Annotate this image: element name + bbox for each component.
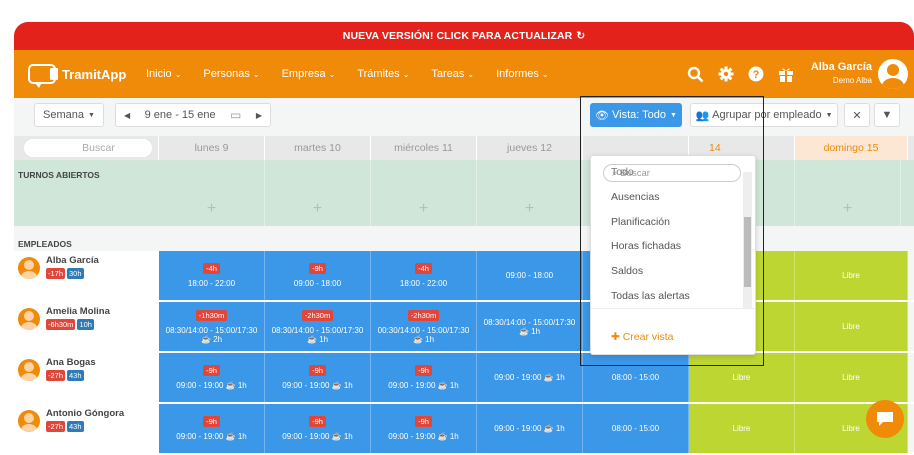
shift-cell[interactable]: Libre xyxy=(689,404,795,453)
shift-cell[interactable]: -4h 18:00 - 22:00 xyxy=(371,251,477,300)
add-shift-button[interactable]: + xyxy=(477,160,583,226)
update-banner[interactable]: NUEVA VERSIÓN! CLICK PARA ACTUALIZAR ↻ xyxy=(14,22,914,50)
svg-text:?: ? xyxy=(752,69,759,81)
search-icon[interactable] xyxy=(687,65,705,83)
selection-box xyxy=(580,96,764,366)
chat-bubble-logo-icon xyxy=(28,64,56,88)
chevron-down-icon: ⌄ xyxy=(174,70,182,79)
help-icon[interactable]: ? xyxy=(747,65,765,83)
day-header: lunes 9 xyxy=(159,136,265,160)
add-shift-button[interactable]: + xyxy=(159,160,265,226)
refresh-icon: ↻ xyxy=(576,30,586,42)
next-week-icon: ▶ xyxy=(255,110,262,120)
add-shift-button[interactable]: + xyxy=(371,160,477,226)
shift-cell[interactable]: -2h30m 08:30/14:00 - 15:00/17:30 ☕ 1h xyxy=(265,302,371,351)
nav-item-empresa[interactable]: Empresa ⌄ xyxy=(282,68,336,80)
date-range-picker[interactable]: ◀ 9 ene - 15 ene ▭ ▶ xyxy=(115,103,271,127)
day-header: jueves 12 xyxy=(477,136,583,160)
chevron-down-icon: ⌄ xyxy=(328,70,336,79)
shift-cell[interactable]: -9h 09:00 - 19:00 ☕ 1h xyxy=(371,353,477,402)
chat-icon[interactable] xyxy=(866,400,904,438)
employees-label: EMPLEADOS xyxy=(14,226,914,251)
avatar xyxy=(18,410,40,432)
shift-cell[interactable]: -9h 09:00 - 19:00 ☕ 1h xyxy=(371,404,477,453)
employee-row: Amelia Molina -6h30m 10h -1h30m 08:30/14:00 … xyxy=(14,302,914,353)
shift-cell[interactable]: Libre xyxy=(795,251,908,300)
nav-item-tramites[interactable]: Trámites ⌄ xyxy=(357,68,409,80)
avatar xyxy=(18,308,40,330)
shift-cell[interactable]: 09:00 - 19:00 ☕ 1h xyxy=(477,404,583,453)
shift-cell[interactable]: Libre xyxy=(795,353,908,402)
shift-cell[interactable]: -9h 09:00 - 18:00 xyxy=(265,251,371,300)
caret-down-icon: ▼ xyxy=(88,111,95,119)
avatar xyxy=(18,257,40,279)
avatar xyxy=(18,359,40,381)
shift-cell[interactable]: -9h 09:00 - 19:00 ☕ 1h xyxy=(159,353,265,402)
nav-item-personas[interactable]: Personas ⌄ xyxy=(203,68,259,80)
shift-cell[interactable]: -9h 09:00 - 19:00 ☕ 1h xyxy=(265,353,371,402)
shift-cell[interactable]: 08:30/14:00 - 15:00/17:30 ☕ 1h xyxy=(477,302,583,351)
employee-cell[interactable]: Ana Bogas -27h 43h xyxy=(14,353,159,402)
filter-icon[interactable]: ▼ xyxy=(874,103,900,127)
employee-search-input[interactable]: Buscar xyxy=(24,139,152,157)
shift-cell[interactable]: -1h30m 08:30/14:00 - 15:00/17:30 ☕ 2h xyxy=(159,302,265,351)
day-header: miércoles 11 xyxy=(371,136,477,160)
shift-cell[interactable]: 09:00 - 19:00 ☕ 1h xyxy=(477,353,583,402)
open-shifts-label: TURNOS ABIERTOS xyxy=(18,170,100,180)
day-header: martes 10 xyxy=(265,136,371,160)
schedule-grid: Buscar lunes 9 martes 10 miércoles 11 ju… xyxy=(14,136,914,455)
chevron-down-icon: ⌄ xyxy=(252,70,260,79)
logo-text: TramitApp xyxy=(62,66,127,82)
user-info[interactable]: Alba García Demo Alba xyxy=(811,61,872,87)
chevron-down-icon: ⌄ xyxy=(541,70,549,79)
nav-item-informes[interactable]: Informes ⌄ xyxy=(496,68,549,80)
add-shift-button[interactable]: + xyxy=(265,160,371,226)
nav-item-inicio[interactable]: Inicio ⌄ xyxy=(146,68,181,80)
calendar-icon: ▭ xyxy=(230,108,242,122)
employee-cell[interactable]: Amelia Molina -6h30m 10h xyxy=(14,302,159,351)
shift-cell[interactable]: -9h 09:00 - 19:00 ☕ 1h xyxy=(159,404,265,453)
shift-cell[interactable]: -4h 18:00 - 22:00 xyxy=(159,251,265,300)
shift-cell[interactable]: -9h 09:00 - 19:00 ☕ 1h xyxy=(265,404,371,453)
user-avatar[interactable] xyxy=(878,59,908,89)
day-header: domingo 15 xyxy=(795,136,908,160)
expand-icon[interactable]: ✕ xyxy=(844,103,870,127)
shift-cell[interactable]: 09:00 - 18:00 xyxy=(477,251,583,300)
nav-item-tareas[interactable]: Tareas ⌄ xyxy=(431,68,474,80)
employee-cell[interactable]: Alba García -17h 30h xyxy=(14,251,159,300)
employee-row: Ana Bogas -27h 43h -9h 09:00 - 19:00 ☕ 1h -9h… xyxy=(14,353,914,404)
employee-cell[interactable]: Antonio Góngora -27h 43h xyxy=(14,404,159,453)
employee-row: Antonio Góngora -27h 43h -9h 09:00 - 19:00 ☕… xyxy=(14,404,914,455)
add-shift-button[interactable]: + xyxy=(795,160,901,226)
shift-cell[interactable]: Libre xyxy=(795,302,908,351)
banner-text: NUEVA VERSIÓN! CLICK PARA ACTUALIZAR xyxy=(342,30,573,42)
chevron-down-icon: ⌄ xyxy=(467,70,475,79)
period-select[interactable]: Semana ▼ xyxy=(34,103,104,127)
shift-cell[interactable]: 08:00 - 15:00 xyxy=(583,404,689,453)
chevron-down-icon: ⌄ xyxy=(402,70,410,79)
app-logo[interactable]: TramitApp xyxy=(28,64,146,88)
prev-week-icon: ◀ xyxy=(124,110,131,120)
gear-icon[interactable] xyxy=(717,65,735,83)
top-nav: TramitApp Inicio ⌄ Personas ⌄ Empresa ⌄ Trá… xyxy=(14,50,914,98)
gift-icon[interactable] xyxy=(777,65,795,83)
employee-row: Alba García -17h 30h -4h 18:00 - 22:00 -9h 09:… xyxy=(14,251,914,302)
shift-cell[interactable]: -2h30m 00:30/14:00 - 15:00/17:30 ☕ 1h xyxy=(371,302,477,351)
